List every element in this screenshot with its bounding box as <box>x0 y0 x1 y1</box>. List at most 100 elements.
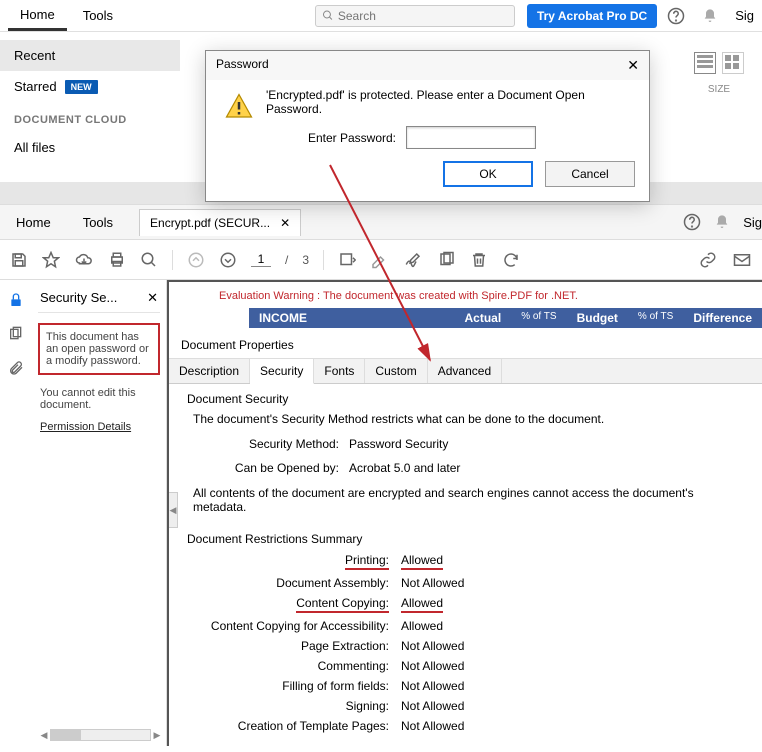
doc-security-header: Document Security <box>169 384 762 406</box>
open-value: Acrobat 5.0 and later <box>349 461 460 475</box>
password-label: Enter Password: <box>266 131 396 145</box>
restriction-row: Filling of form fields:Not Allowed <box>169 676 762 696</box>
col-diff: Difference <box>693 311 752 325</box>
top-menu-bar: Home Tools Try Acrobat Pro DC Sig <box>0 0 762 32</box>
doc-filename: Encrypt.pdf (SECUR... <box>150 216 270 230</box>
edit-note: You cannot edit this document. <box>38 387 160 411</box>
side-rail <box>0 280 32 746</box>
pages-icon[interactable] <box>8 326 24 342</box>
password-input[interactable] <box>406 126 536 149</box>
help-icon[interactable] <box>665 5 687 27</box>
grid-view-icon[interactable] <box>722 52 744 74</box>
metadata-note: All contents of the document are encrypt… <box>169 480 762 520</box>
doc-tab-file[interactable]: Encrypt.pdf (SECUR... ✕ <box>139 209 301 236</box>
help-icon-2[interactable] <box>681 211 703 233</box>
doc-body: Security Se... ✕ This document has an op… <box>0 280 762 746</box>
zoom-icon[interactable] <box>140 251 158 269</box>
restriction-row: Document Assembly:Not Allowed <box>169 573 762 593</box>
try-acrobat-button[interactable]: Try Acrobat Pro DC <box>527 4 657 28</box>
tab-tools[interactable]: Tools <box>71 2 125 29</box>
doc-tab-bar: Home Tools Encrypt.pdf (SECUR... ✕ Sig <box>0 204 762 240</box>
attachment-icon[interactable] <box>8 360 24 376</box>
search-input[interactable] <box>338 9 508 23</box>
rotate-icon[interactable] <box>502 251 520 269</box>
close-panel-icon[interactable]: ✕ <box>147 290 158 306</box>
highlight-icon[interactable] <box>370 251 388 269</box>
restriction-row: Creation of Template Pages:Not Allowed <box>169 716 762 736</box>
restriction-row: Signing:Not Allowed <box>169 696 762 716</box>
bell-icon-2[interactable] <box>711 211 733 233</box>
props-title: Document Properties <box>169 328 762 359</box>
page-up-icon[interactable] <box>187 251 205 269</box>
tab-description[interactable]: Description <box>169 359 250 383</box>
col-pct2: % of TS <box>638 311 673 325</box>
security-intro: The document's Security Method restricts… <box>169 406 762 432</box>
horizontal-scrollbar[interactable]: ◀▶ <box>38 728 163 742</box>
nav-cloud-header: DOCUMENT CLOUD <box>0 102 180 132</box>
password-message: 'Encrypted.pdf' is protected. Please ent… <box>266 88 635 116</box>
star-icon[interactable] <box>42 251 60 269</box>
security-note-box: This document has an open password or a … <box>38 323 160 375</box>
nav-recent[interactable]: Recent <box>0 40 180 71</box>
page-number-input[interactable] <box>251 252 271 267</box>
col-income: INCOME <box>259 311 445 325</box>
cancel-button[interactable]: Cancel <box>545 161 635 187</box>
bell-icon[interactable] <box>699 5 721 27</box>
tab-fonts[interactable]: Fonts <box>314 359 365 383</box>
list-view-icon[interactable] <box>694 52 716 74</box>
toolbar: / 3 <box>0 240 762 280</box>
nav-all-files[interactable]: All files <box>0 132 180 163</box>
restriction-row: Commenting:Not Allowed <box>169 656 762 676</box>
sign-tool-icon[interactable] <box>402 251 424 269</box>
search-icon <box>322 9 334 22</box>
lock-icon[interactable] <box>8 292 24 308</box>
new-badge: NEW <box>65 80 98 94</box>
restriction-row: Page Extraction:Not Allowed <box>169 636 762 656</box>
left-nav: Recent Starred NEW DOCUMENT CLOUD All fi… <box>0 32 180 182</box>
restrictions-header: Document Restrictions Summary <box>169 520 762 550</box>
mail-icon[interactable] <box>732 251 752 269</box>
delete-icon[interactable] <box>470 251 488 269</box>
size-label: SIZE <box>708 84 730 95</box>
collapse-handle[interactable]: ◀ <box>168 492 178 528</box>
security-panel: Security Se... ✕ This document has an op… <box>32 280 167 746</box>
page-total: 3 <box>302 253 309 267</box>
password-dialog: Password ✕ 'Encrypted.pdf' is protected.… <box>205 50 650 202</box>
select-icon[interactable] <box>338 251 356 269</box>
restriction-row: Printing:Allowed <box>169 550 762 573</box>
table-header: INCOME Actual % of TS Budget % of TS Dif… <box>249 308 762 328</box>
restriction-row: Content Copying:Allowed <box>169 593 762 616</box>
ok-button[interactable]: OK <box>443 161 533 187</box>
stamp-icon[interactable] <box>438 251 456 269</box>
doc-tab-home[interactable]: Home <box>0 207 67 238</box>
props-tabs: Description Security Fonts Custom Advanc… <box>169 359 762 384</box>
restrictions-list: Printing:AllowedDocument Assembly:Not Al… <box>169 550 762 736</box>
security-panel-title: Security Se... <box>40 290 117 306</box>
col-pct1: % of TS <box>521 311 556 325</box>
tab-home[interactable]: Home <box>8 1 67 31</box>
permission-details-link[interactable]: Permission Details <box>38 421 160 433</box>
password-dialog-title: Password <box>216 57 269 74</box>
tab-advanced[interactable]: Advanced <box>428 359 502 383</box>
tab-custom[interactable]: Custom <box>365 359 427 383</box>
eval-warning: Evaluation Warning : The document was cr… <box>169 282 762 308</box>
cloud-icon[interactable] <box>74 251 94 269</box>
sign-in-link[interactable]: Sig <box>735 8 754 23</box>
open-key: Can be Opened by: <box>219 461 339 475</box>
sign-in-link-2[interactable]: Sig <box>743 215 762 230</box>
save-icon[interactable] <box>10 251 28 269</box>
nav-starred[interactable]: Starred NEW <box>0 71 180 102</box>
warning-icon <box>224 92 254 122</box>
doc-tab-tools[interactable]: Tools <box>67 207 129 238</box>
close-tab-icon[interactable]: ✕ <box>280 216 290 230</box>
nav-starred-label: Starred <box>14 79 57 94</box>
close-icon[interactable]: ✕ <box>627 57 639 74</box>
page-down-icon[interactable] <box>219 251 237 269</box>
tab-security[interactable]: Security <box>250 359 314 384</box>
print-icon[interactable] <box>108 251 126 269</box>
view-options: SIZE <box>694 32 762 182</box>
page-sep: / <box>285 253 288 267</box>
search-box[interactable] <box>315 5 515 27</box>
link-icon[interactable] <box>698 251 718 269</box>
col-actual: Actual <box>465 311 502 325</box>
